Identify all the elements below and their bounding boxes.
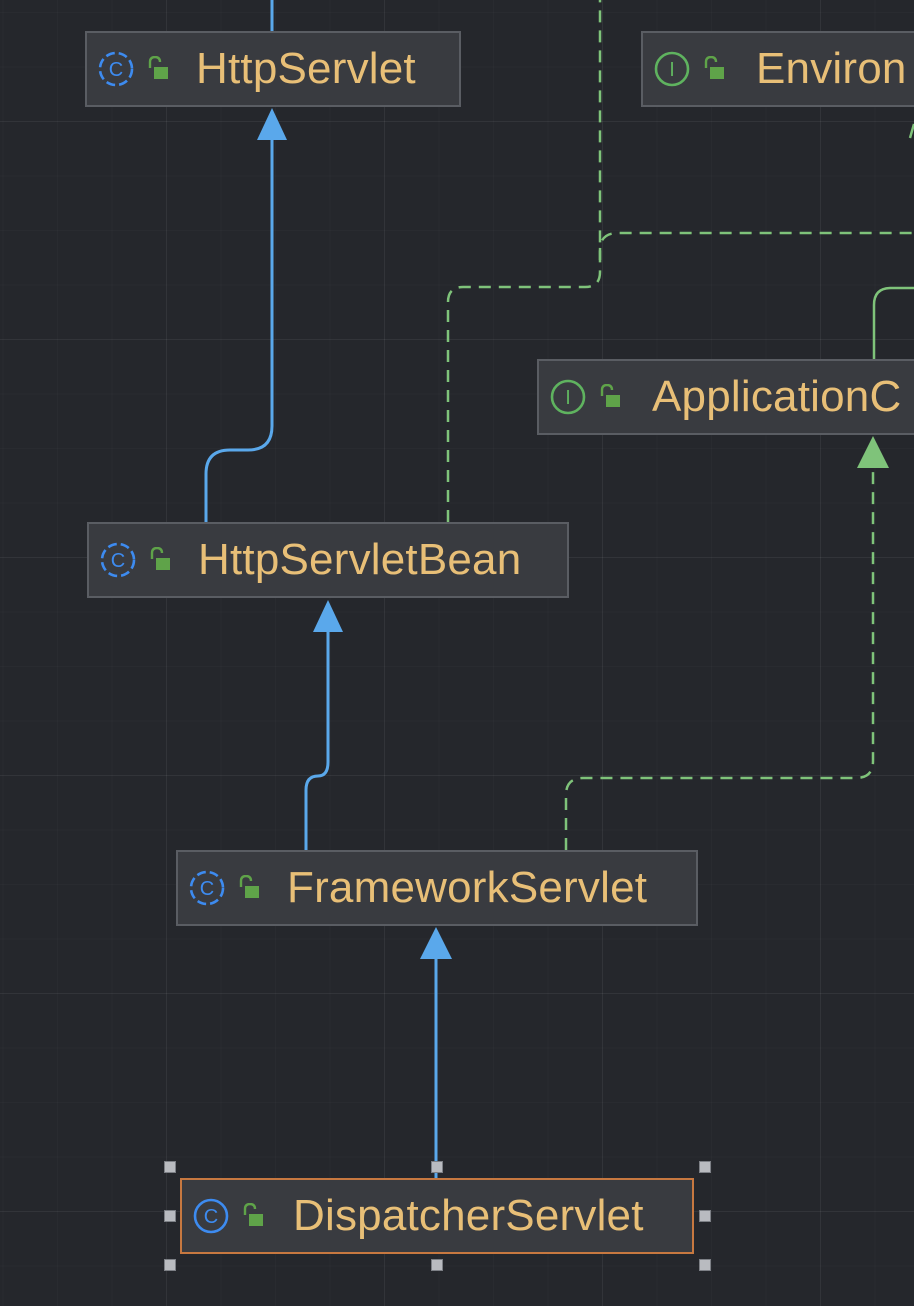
edges-layer — [204, 0, 914, 1178]
arrowhead-frameworkservlet — [420, 927, 452, 959]
resize-handle-top-left[interactable] — [164, 1161, 176, 1173]
edge-dashed-branch-right — [598, 231, 914, 260]
svg-text:I: I — [669, 59, 675, 81]
node-label: Environ — [756, 44, 907, 93]
node-httpservletbean[interactable]: C HttpServletBean — [87, 522, 569, 598]
class-c-icon: C — [100, 542, 136, 578]
svg-text:C: C — [200, 878, 214, 900]
open-lock-icon — [146, 56, 170, 82]
edge-environ-arrow-stub — [908, 123, 914, 139]
open-lock-icon — [237, 875, 261, 901]
open-lock-icon — [148, 547, 172, 573]
class-c-icon: C — [189, 870, 225, 906]
edge-frameworkservlet-applicationc — [564, 466, 875, 850]
node-httpservlet[interactable]: C HttpServlet — [85, 31, 461, 107]
interface-i-icon: I — [654, 51, 690, 87]
svg-text:C: C — [204, 1206, 218, 1228]
node-applicationc[interactable]: I ApplicationC — [537, 359, 914, 435]
node-label: HttpServletBean — [198, 535, 522, 584]
class-c-icon: C — [193, 1198, 229, 1234]
node-label: HttpServlet — [196, 44, 416, 93]
edge-httpservletbean-httpservlet — [204, 138, 274, 522]
arrowhead-httpservlet — [257, 108, 287, 140]
resize-handle-bottom-right[interactable] — [699, 1259, 711, 1271]
interface-i-icon: I — [550, 379, 586, 415]
node-environ[interactable]: I Environ — [641, 31, 914, 107]
node-dispatcherservlet[interactable]: C DispatcherServlet — [180, 1178, 694, 1254]
svg-text:C: C — [109, 59, 123, 81]
svg-text:C: C — [111, 550, 125, 572]
open-lock-icon — [598, 384, 622, 410]
resize-handle-bottom[interactable] — [431, 1259, 443, 1271]
edge-httpservletbean-environ — [446, 0, 602, 522]
resize-handle-left[interactable] — [164, 1210, 176, 1222]
node-label: ApplicationC — [652, 372, 902, 421]
edge-applicationc-environ — [872, 286, 914, 360]
resize-handle-bottom-left[interactable] — [164, 1259, 176, 1271]
node-label: FrameworkServlet — [287, 863, 648, 912]
open-lock-icon — [702, 56, 726, 82]
edge-frameworkservlet-httpservletbean — [304, 630, 330, 850]
resize-handle-top-right[interactable] — [699, 1161, 711, 1173]
arrowhead-applicationc — [857, 436, 889, 468]
resize-handle-right[interactable] — [699, 1210, 711, 1222]
resize-handle-top[interactable] — [431, 1161, 443, 1173]
class-c-icon: C — [98, 51, 134, 87]
node-label: DispatcherServlet — [293, 1191, 644, 1240]
svg-text:I: I — [565, 387, 571, 409]
arrowhead-httpservletbean — [313, 600, 343, 632]
open-lock-icon — [241, 1203, 265, 1229]
node-frameworkservlet[interactable]: C FrameworkServlet — [176, 850, 698, 926]
diagram-canvas[interactable]: C HttpServlet I Environ I ApplicationC C… — [0, 0, 914, 1306]
